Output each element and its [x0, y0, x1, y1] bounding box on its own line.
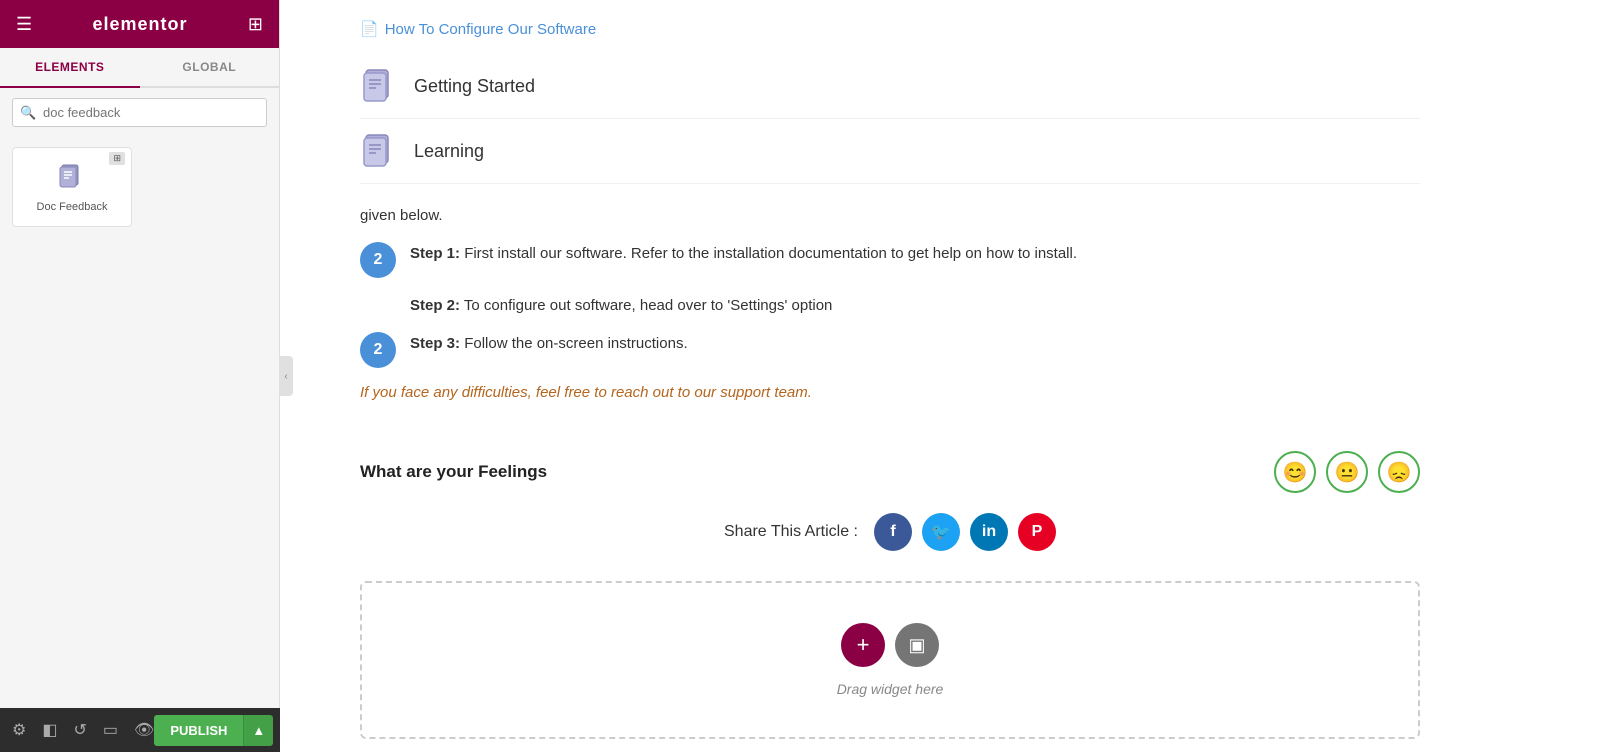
top-nav-link-text: How To Configure Our Software — [385, 21, 597, 38]
share-label: Share This Article : — [724, 523, 858, 541]
search-input[interactable] — [12, 98, 267, 127]
widget-doc-feedback[interactable]: ⊞ Doc Feedback — [12, 147, 132, 227]
widget-badge: ⊞ — [109, 152, 125, 165]
drop-zone-label: Drag widget here — [837, 681, 944, 697]
step3-text: Step 3: Follow the on-screen instruction… — [410, 332, 688, 356]
feelings-icons: 😊 😐 😞 — [1274, 451, 1420, 493]
step2-text: Step 2: To configure out software, head … — [410, 294, 1420, 318]
eye-icon[interactable]: 👁 — [134, 720, 154, 740]
search-wrapper: 🔍 — [12, 98, 267, 127]
getting-started-label: Getting Started — [414, 76, 535, 97]
main-content: 📄 How To Configure Our Software Getting … — [280, 0, 1600, 752]
step2-label: Step 2: — [410, 297, 460, 314]
step2-content: To configure out software, head over to … — [464, 297, 832, 314]
intro-content: given below. — [360, 207, 443, 224]
publish-btn-group: PUBLISH ▲ — [154, 715, 273, 746]
step1-label: Step 1: — [410, 245, 460, 262]
layers-icon[interactable]: ◧ — [42, 720, 57, 740]
step1-content: First install our software. Refer to the… — [464, 245, 1077, 262]
feeling-happy-button[interactable]: 😊 — [1274, 451, 1316, 493]
step3-circle: 2 — [360, 332, 396, 368]
doc-feedback-icon — [58, 162, 86, 197]
link-icon: 📄 — [360, 20, 379, 38]
history-icon[interactable]: ↺ — [73, 720, 86, 740]
grid-icon[interactable]: ⊞ — [248, 14, 263, 35]
widget-doc-feedback-label: Doc Feedback — [37, 201, 108, 213]
template-button[interactable]: ▣ — [895, 623, 939, 667]
feelings-section: What are your Feelings 😊 😐 😞 — [360, 451, 1420, 493]
collapse-handle[interactable]: ‹ — [279, 356, 293, 396]
search-container: 🔍 — [0, 88, 279, 137]
twitter-share-button[interactable]: 🐦 — [922, 513, 960, 551]
nav-item-learning[interactable]: Learning — [360, 119, 1420, 184]
share-section: Share This Article : f 🐦 in P — [360, 513, 1420, 551]
getting-started-icon — [360, 66, 400, 106]
steps-section: given below. 2 Step 1: First install our… — [360, 184, 1420, 421]
facebook-share-button[interactable]: f — [874, 513, 912, 551]
feeling-neutral-button[interactable]: 😐 — [1326, 451, 1368, 493]
feelings-label: What are your Feelings — [360, 462, 547, 482]
nav-item-getting-started[interactable]: Getting Started — [360, 54, 1420, 119]
bottom-bar-icons: ⚙ ◧ ↺ ▭ 👁 — [12, 720, 154, 740]
top-nav-link[interactable]: 📄 How To Configure Our Software — [360, 20, 1420, 38]
step1-row: 2 Step 1: First install our software. Re… — [360, 242, 1420, 280]
step3-label: Step 3: — [410, 335, 460, 352]
support-text: If you face any difficulties, feel free … — [360, 384, 1420, 401]
sidebar-title: elementor — [93, 14, 188, 35]
linkedin-share-button[interactable]: in — [970, 513, 1008, 551]
sidebar-header: ☰ elementor ⊞ — [0, 0, 279, 48]
sidebar-tabs: ELEMENTS GLOBAL — [0, 48, 279, 88]
hamburger-icon[interactable]: ☰ — [16, 14, 32, 35]
tab-elements[interactable]: ELEMENTS — [0, 48, 140, 88]
sidebar: ☰ elementor ⊞ ELEMENTS GLOBAL 🔍 ⊞ D — [0, 0, 280, 752]
drop-zone-buttons: + ▣ — [841, 623, 939, 667]
publish-button[interactable]: PUBLISH — [154, 715, 243, 746]
bottom-bar: ⚙ ◧ ↺ ▭ 👁 PUBLISH ▲ — [0, 708, 280, 752]
step3-row: 2 Step 3: Follow the on-screen instructi… — [360, 332, 1420, 370]
preview-icon[interactable]: ▭ — [103, 720, 118, 740]
tab-global[interactable]: GLOBAL — [140, 48, 280, 86]
widget-grid: ⊞ Doc Feedback — [0, 137, 279, 237]
learning-icon — [360, 131, 400, 171]
feeling-sad-button[interactable]: 😞 — [1378, 451, 1420, 493]
learning-label: Learning — [414, 141, 484, 162]
share-icons: f 🐦 in P — [874, 513, 1056, 551]
drop-zone: + ▣ Drag widget here — [360, 581, 1420, 739]
publish-dropdown-button[interactable]: ▲ — [243, 715, 273, 746]
step1-circle: 2 — [360, 242, 396, 278]
add-widget-button[interactable]: + — [841, 623, 885, 667]
pinterest-share-button[interactable]: P — [1018, 513, 1056, 551]
content-area: 📄 How To Configure Our Software Getting … — [280, 0, 1480, 752]
settings-icon[interactable]: ⚙ — [12, 720, 26, 740]
step3-content: Follow the on-screen instructions. — [464, 335, 687, 352]
intro-text: given below. — [360, 204, 1420, 228]
search-icon: 🔍 — [20, 105, 36, 121]
step1-text: Step 1: First install our software. Refe… — [410, 242, 1077, 266]
